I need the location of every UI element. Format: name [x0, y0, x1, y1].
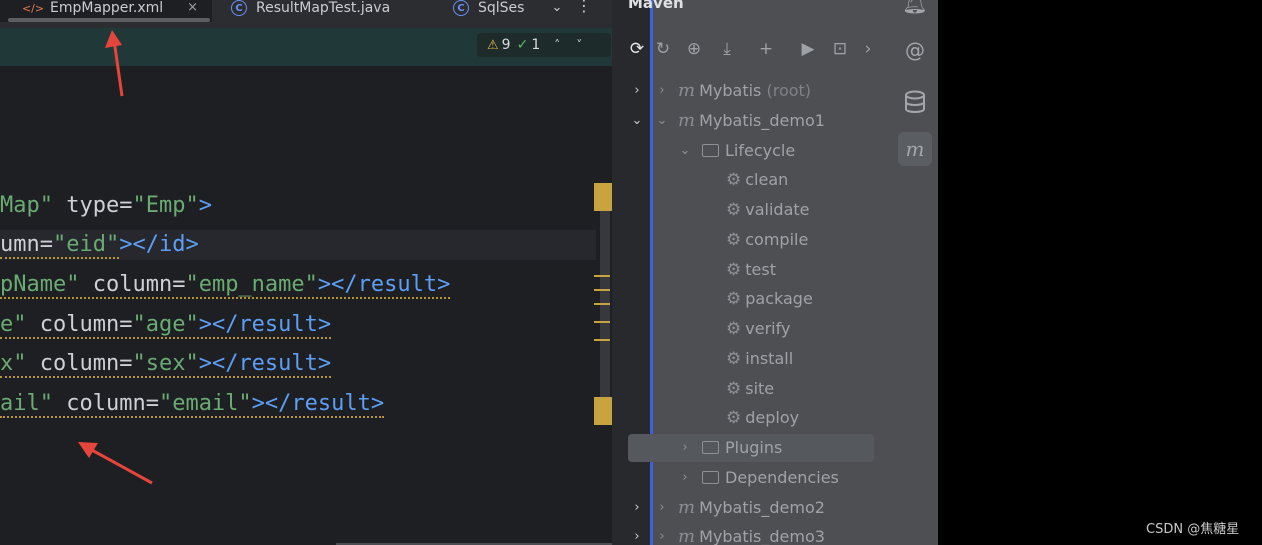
- chevron-down-icon[interactable]: ⌄: [629, 106, 645, 136]
- spiral-icon[interactable]: @: [898, 33, 932, 67]
- active-tab-indicator: [8, 18, 210, 22]
- chevron-right-icon[interactable]: ›: [677, 433, 693, 463]
- chevron-right-icon[interactable]: ›: [629, 522, 645, 545]
- gear-icon: ⚙: [726, 349, 742, 369]
- warning-marker[interactable]: [594, 275, 610, 277]
- chevron-right-icon[interactable]: ›: [654, 493, 670, 523]
- gear-icon: ⚙: [726, 408, 742, 428]
- lifecycle-goal-test[interactable]: ⚙ test: [726, 255, 776, 285]
- warning-marker[interactable]: [594, 321, 610, 323]
- tab-sqlsession[interactable]: C SqlSes: [438, 0, 542, 22]
- chevron-right-icon[interactable]: ›: [654, 76, 670, 106]
- lifecycle-goal-verify[interactable]: ⚙ verify: [726, 314, 790, 344]
- code-line: Map" type="Emp">: [0, 193, 212, 218]
- gear-icon: ⚙: [726, 379, 742, 399]
- download-icon[interactable]: ⤓: [716, 36, 738, 62]
- reload-all-icon[interactable]: ⟳: [626, 36, 648, 62]
- previous-highlight-icon[interactable]: ˄: [554, 38, 560, 52]
- next-highlight-icon[interactable]: ˅: [576, 38, 582, 52]
- plus-icon[interactable]: +: [755, 36, 777, 62]
- reload-icon[interactable]: ↻: [652, 36, 674, 62]
- chevron-down-icon[interactable]: ⌄: [677, 136, 693, 166]
- gear-icon: ⚙: [726, 170, 742, 190]
- tab-list-dropdown-icon[interactable]: ⌄: [546, 0, 568, 15]
- maven-module-icon: m: [678, 526, 696, 545]
- warning-marker[interactable]: [594, 303, 610, 305]
- run-icon[interactable]: ▶: [797, 36, 819, 62]
- class-icon: C: [452, 0, 470, 17]
- ok-count: 1: [531, 37, 541, 53]
- tab-label: EmpMapper.xml: [50, 0, 164, 16]
- lifecycle-goal-clean[interactable]: ⚙ clean: [726, 165, 788, 195]
- tab-empmapper-xml[interactable]: </> EmpMapper.xml ×: [0, 0, 212, 22]
- check-icon: ✓: [516, 37, 529, 53]
- maven-toolbar: ⟳ ↻ ⊕ ⤓ + ▶ ⊡ ›: [612, 36, 892, 62]
- warning-marker[interactable]: [594, 183, 612, 211]
- add-project-icon[interactable]: ⊕: [683, 36, 705, 62]
- error-stripe[interactable]: [594, 183, 612, 429]
- chevron-right-icon[interactable]: ›: [857, 36, 879, 62]
- tab-resultmaptest-java[interactable]: C ResultMapTest.java: [212, 0, 438, 22]
- lifecycle-goal-deploy[interactable]: ⚙ deploy: [726, 403, 799, 433]
- warning-icon: ⚠: [487, 37, 499, 53]
- tab-label: ResultMapTest.java: [256, 0, 391, 16]
- chevron-right-icon[interactable]: ›: [629, 493, 645, 523]
- editor-tab-bar: </> EmpMapper.xml × C ResultMapTest.java…: [0, 0, 612, 28]
- chevron-right-icon[interactable]: ›: [677, 463, 693, 493]
- watermark: CSDN @焦糖星: [1146, 522, 1240, 537]
- code-line: e" column="age"></result>: [0, 312, 332, 339]
- folder-icon: [702, 441, 719, 454]
- warning-marker[interactable]: [594, 289, 610, 291]
- inspection-widget[interactable]: ⚠ 9 ✓ 1 ˄ ˅: [477, 33, 611, 57]
- warning-marker[interactable]: [594, 339, 610, 341]
- close-icon[interactable]: ×: [187, 0, 198, 15]
- maven-module-icon: m: [678, 497, 696, 518]
- tab-label: SqlSes: [478, 0, 525, 16]
- maven-module-icon: m: [678, 110, 696, 131]
- maven-module-icon: m: [678, 80, 696, 101]
- bell-icon[interactable]: 🔔︎: [898, 0, 932, 20]
- lifecycle-goal-install[interactable]: ⚙ install: [726, 344, 793, 374]
- gear-icon: ⚙: [726, 260, 742, 280]
- chevron-right-icon[interactable]: ›: [654, 522, 670, 545]
- editor-pane[interactable]: </> EmpMapper.xml × C ResultMapTest.java…: [0, 0, 612, 545]
- warning-count: 9: [501, 37, 511, 53]
- gear-icon: ⚙: [726, 319, 742, 339]
- lifecycle-goal-compile[interactable]: ⚙ compile: [726, 225, 808, 255]
- code-line: pName" column="emp_name"></result>: [0, 272, 451, 299]
- chevron-down-icon[interactable]: ⌄: [654, 106, 670, 136]
- maven-title: Maven: [628, 0, 684, 12]
- database-icon[interactable]: [898, 83, 932, 117]
- red-arrow-annotation: [78, 442, 153, 485]
- gear-icon: ⚙: [726, 200, 742, 220]
- lifecycle-goal-site[interactable]: ⚙ site: [726, 374, 774, 404]
- gear-icon: ⚙: [726, 289, 742, 309]
- folder-icon: [702, 471, 719, 484]
- focus-indicator: [650, 0, 653, 545]
- warning-marker[interactable]: [594, 397, 612, 425]
- code-line-current: umn="eid"></id>: [0, 230, 596, 260]
- lifecycle-goal-package[interactable]: ⚙ package: [726, 284, 813, 314]
- xml-icon: </>: [21, 1, 45, 15]
- maven-icon[interactable]: m: [898, 132, 932, 166]
- more-icon[interactable]: ⋮: [574, 0, 594, 15]
- code-line: x" column="sex"></result>: [0, 351, 332, 378]
- chevron-right-icon[interactable]: ›: [629, 76, 645, 106]
- gear-icon: ⚙: [726, 230, 742, 250]
- lifecycle-goal-validate[interactable]: ⚙ validate: [726, 195, 810, 225]
- class-icon: C: [230, 0, 248, 17]
- code-line: ail" column="email"></result>: [0, 391, 385, 418]
- folder-icon: [702, 144, 719, 157]
- execute-goal-icon[interactable]: ⊡: [829, 36, 851, 62]
- red-arrow-annotation: [105, 30, 124, 97]
